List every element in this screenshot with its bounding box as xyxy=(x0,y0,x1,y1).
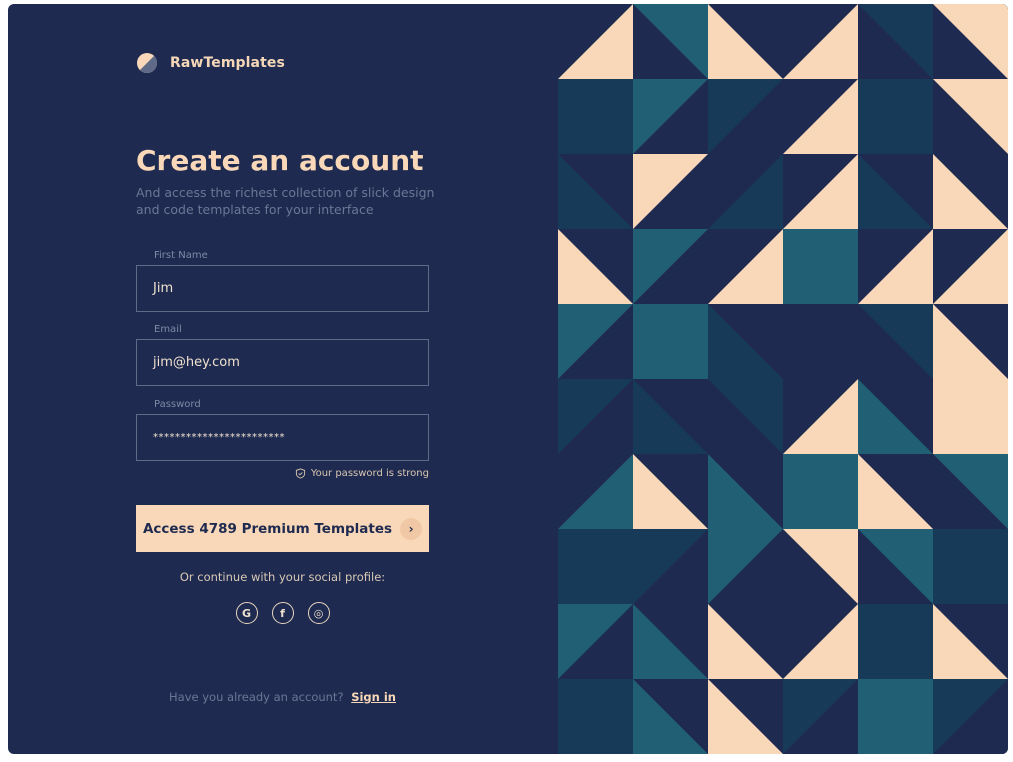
email-field[interactable]: jim@hey.com xyxy=(136,339,429,386)
cta-label: Access 4789 Premium Templates xyxy=(142,520,393,537)
email-label: Email xyxy=(154,324,182,335)
password-label: Password xyxy=(154,399,201,410)
decorative-pattern xyxy=(558,4,1008,754)
chevron-right-icon: › xyxy=(400,517,423,540)
password-strength: Your password is strong xyxy=(295,468,429,479)
access-templates-button[interactable]: Access 4789 Premium Templates › xyxy=(136,505,429,552)
signin-question: Have you already an account? xyxy=(169,690,344,704)
brand-name: RawTemplates xyxy=(170,55,285,71)
signin-row: Have you already an account? Sign in xyxy=(136,690,429,704)
page-subtitle: And access the richest collection of sli… xyxy=(136,185,435,217)
first-name-value: Jim xyxy=(153,281,174,296)
social-buttons: G f ◎ xyxy=(136,602,429,624)
dribbble-icon[interactable]: ◎ xyxy=(307,602,330,624)
first-name-field[interactable]: Jim xyxy=(136,265,429,312)
password-field[interactable]: ************************ xyxy=(136,414,429,461)
password-value: ************************ xyxy=(153,432,285,443)
signup-card: RawTemplates Create an account And acces… xyxy=(8,4,1008,754)
social-prompt: Or continue with your social profile: xyxy=(179,570,386,584)
email-value: jim@hey.com xyxy=(153,355,240,370)
facebook-icon[interactable]: f xyxy=(271,602,294,624)
logo-icon xyxy=(137,53,158,74)
google-icon[interactable]: G xyxy=(235,602,258,624)
signin-link[interactable]: Sign in xyxy=(351,690,396,704)
shield-check-icon xyxy=(295,468,305,479)
brand[interactable]: RawTemplates xyxy=(136,52,285,74)
page-title: Create an account xyxy=(136,144,424,177)
password-strength-text: Your password is strong xyxy=(310,468,429,479)
first-name-label: First Name xyxy=(154,250,208,261)
